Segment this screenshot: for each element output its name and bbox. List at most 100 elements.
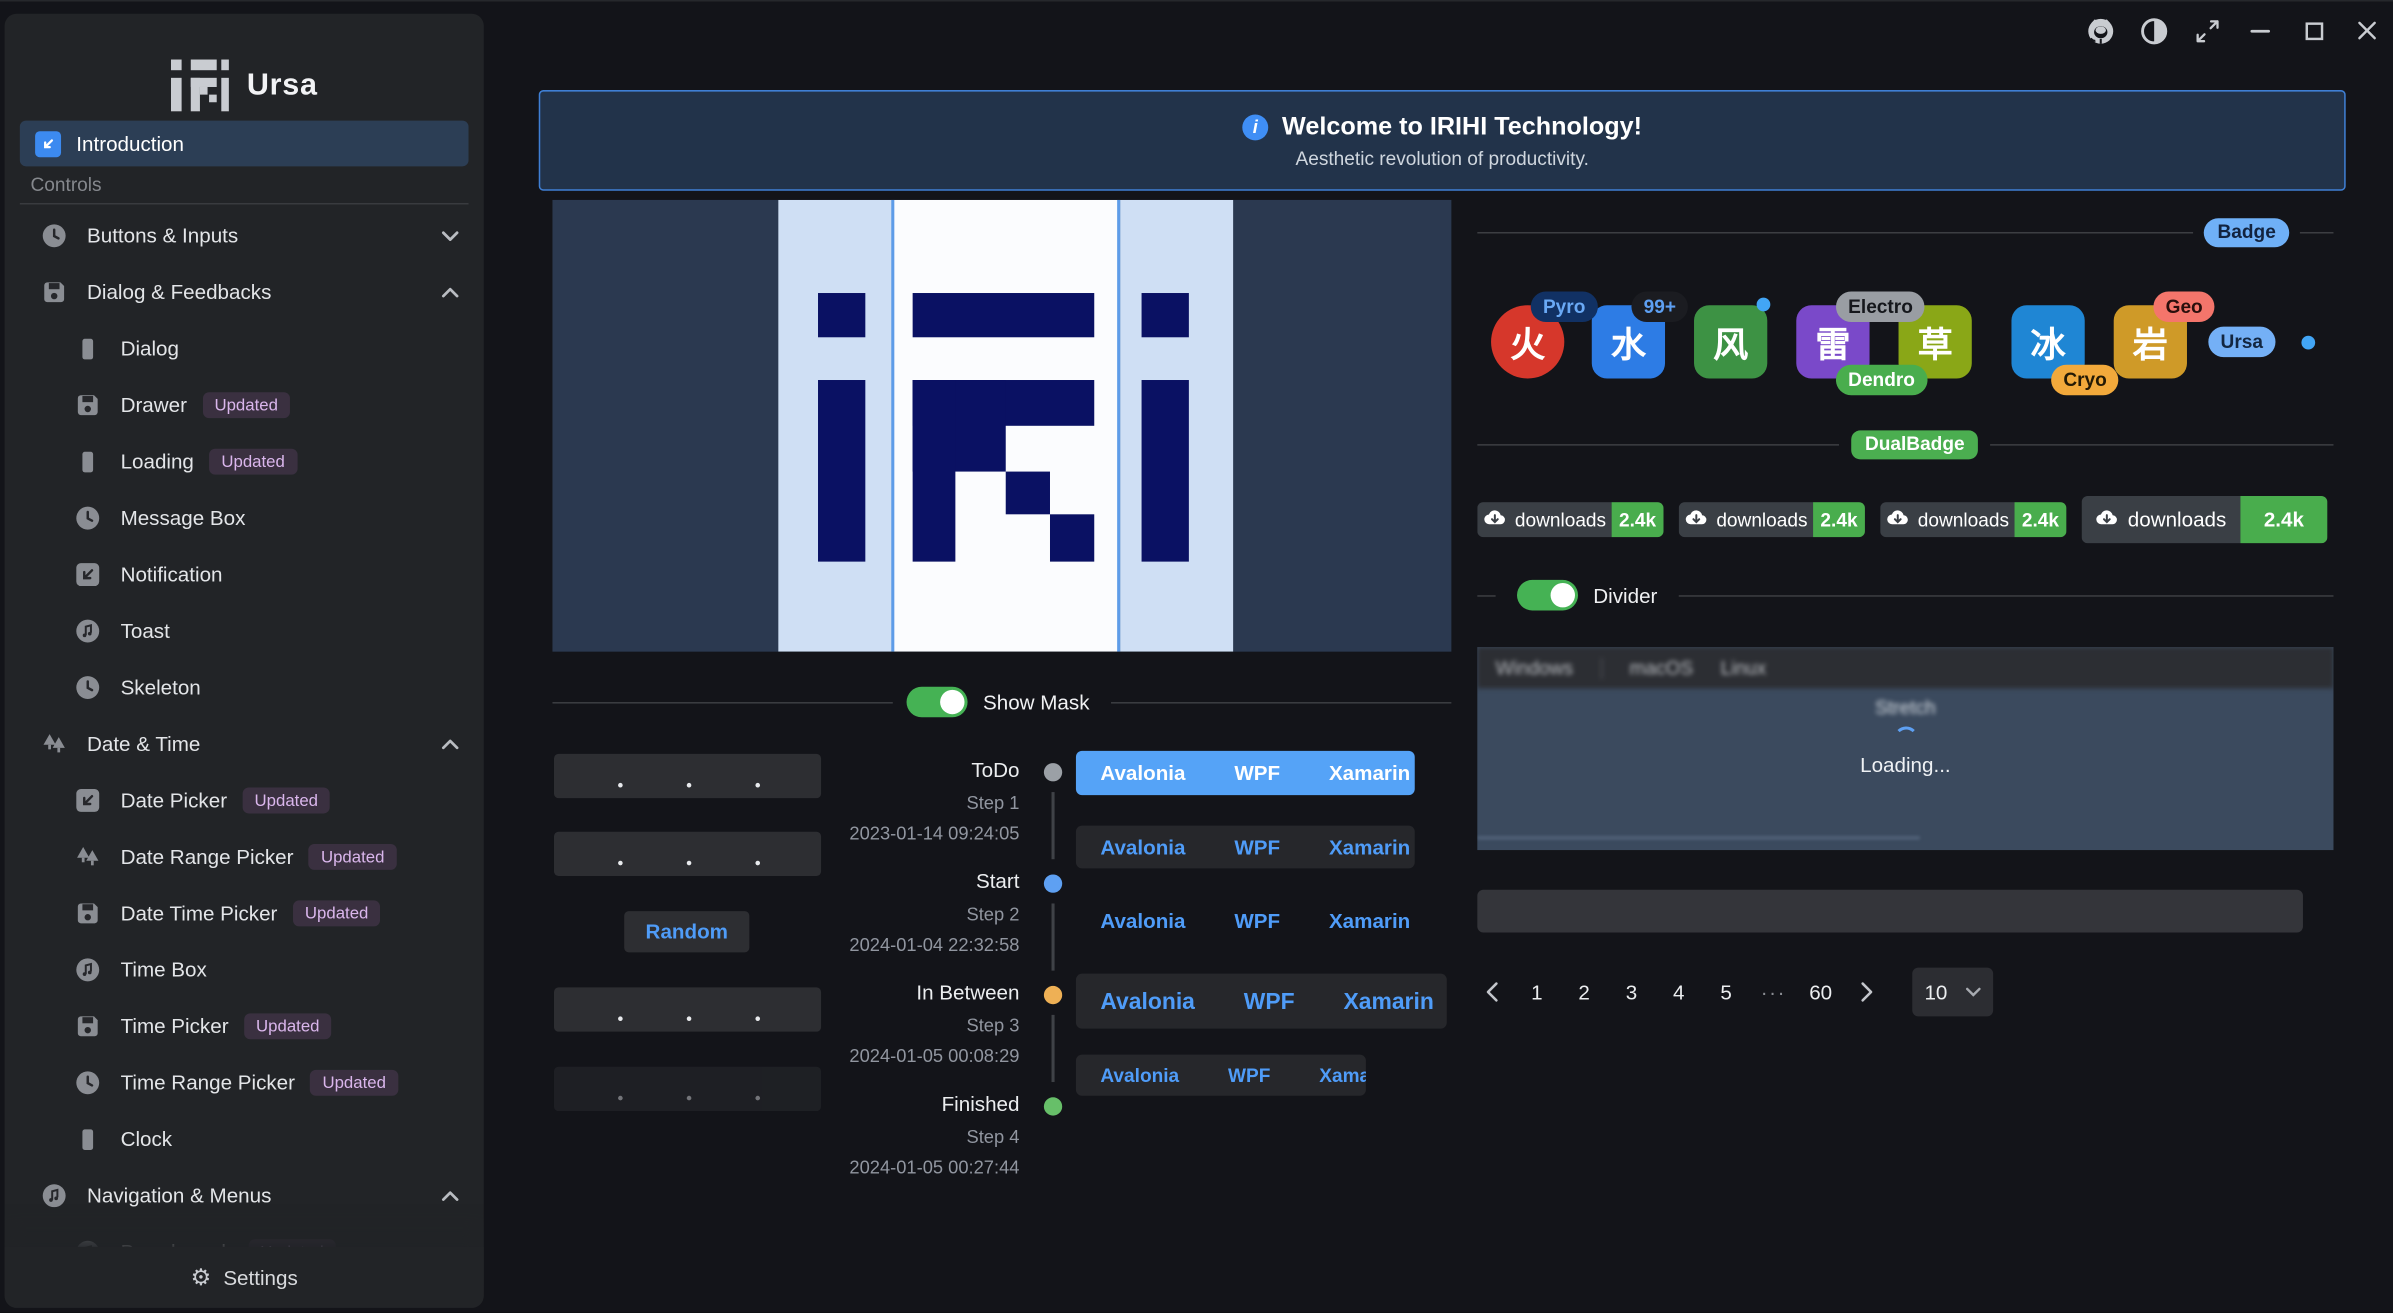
pagination-page-4[interactable]: 4 [1660, 972, 1697, 1012]
show-mask-toggle[interactable] [907, 687, 968, 718]
avalonia-button[interactable]: Avalonia [1076, 974, 1219, 1029]
sidebar-item-toast[interactable]: Toast [5, 603, 484, 659]
sidebar-item-date-picker[interactable]: Date PickerUpdated [5, 772, 484, 828]
tab-windows[interactable]: Windows [1496, 657, 1573, 678]
ip-dot [755, 861, 760, 866]
pagination-next-button[interactable] [1850, 972, 1884, 1012]
xamarin-button[interactable]: Xamarin [1305, 900, 1415, 941]
ip-address-input[interactable] [554, 987, 821, 1031]
badge-dot [1757, 298, 1771, 312]
theme-contrast-icon[interactable] [2137, 14, 2171, 48]
page-size-select[interactable]: 10 [1912, 968, 1993, 1017]
arrow-square-icon [75, 562, 101, 588]
dualbadge-section-divider: DualBadge [1477, 429, 2333, 461]
note-icon [41, 1183, 67, 1209]
nav-item-label: Date Range Picker [121, 845, 294, 868]
text-input[interactable] [1477, 890, 2303, 933]
step-subtitle: Step 2 [763, 903, 1019, 924]
minimize-icon[interactable] [2243, 14, 2277, 48]
tab-linux[interactable]: Linux [1721, 657, 1767, 678]
wpf-button[interactable]: WPF [1204, 1055, 1295, 1096]
maximize-icon[interactable] [2297, 14, 2331, 48]
downloads-count: 2.4k [1619, 509, 1656, 530]
sidebar-item-dialog-feedbacks[interactable]: Dialog & Feedbacks [5, 264, 484, 320]
page-size-value: 10 [1924, 981, 1947, 1004]
sidebar-item-dialog[interactable]: Dialog [5, 320, 484, 376]
ip-address-input[interactable] [554, 754, 821, 798]
step-status-dot [1044, 763, 1062, 781]
show-mask-row: Show Mask [552, 685, 1451, 719]
xamarin-button[interactable]: Xamarin [1295, 1055, 1366, 1096]
element-badge-tile: 风 [1694, 305, 1767, 378]
avalonia-button[interactable]: Avalonia [1076, 826, 1210, 869]
pagination-page-60[interactable]: 60 [1802, 972, 1839, 1012]
updated-badge: Updated [244, 1013, 332, 1039]
sidebar-item-message-box[interactable]: Message Box [5, 490, 484, 546]
avalonia-button[interactable]: Avalonia [1076, 751, 1210, 795]
sidebar-item-time-picker[interactable]: Time PickerUpdated [5, 998, 484, 1054]
step-connector-line [1052, 1015, 1054, 1082]
pagination-ellipsis: ··· [1755, 972, 1792, 1012]
floppy-icon [41, 279, 67, 305]
avalonia-button[interactable]: Avalonia [1076, 900, 1210, 941]
sidebar-item-date-time-picker[interactable]: Date Time PickerUpdated [5, 885, 484, 941]
fullscreen-icon[interactable] [2190, 14, 2224, 48]
sidebar-item-loading[interactable]: LoadingUpdated [5, 433, 484, 489]
step-timestamp: 2024-01-04 22:32:58 [763, 934, 1019, 955]
github-icon[interactable] [2083, 14, 2117, 48]
sidebar-item-clock[interactable]: Clock [5, 1111, 484, 1167]
badge-section-divider: Badge [1477, 217, 2333, 248]
pagination-page-3[interactable]: 3 [1613, 972, 1650, 1012]
tab-macos[interactable]: macOS [1629, 657, 1693, 678]
wpf-button[interactable]: WPF [1219, 974, 1319, 1029]
framework-button-group: AvaloniaWPFXamarin [1076, 1055, 1366, 1096]
nav-item-label: Dialog & Feedbacks [87, 281, 271, 304]
pagination-page-5[interactable]: 5 [1708, 972, 1745, 1012]
pagination-page-1[interactable]: 1 [1519, 972, 1556, 1012]
ip-dot [618, 861, 623, 866]
sidebar-item-date-range-picker[interactable]: Date Range PickerUpdated [5, 829, 484, 885]
xamarin-button[interactable]: Xamarin [1305, 751, 1415, 795]
avalonia-button[interactable]: Avalonia [1076, 1055, 1204, 1096]
divider-line [2300, 231, 2333, 233]
note-icon [75, 957, 101, 983]
sidebar-item-time-box[interactable]: Time Box [5, 942, 484, 998]
downloads-dual-badge: downloads2.4k [1477, 502, 1663, 537]
wpf-button[interactable]: WPF [1210, 900, 1305, 941]
sidebar-item-skeleton[interactable]: Skeleton [5, 659, 484, 715]
downloads-label-segment: downloads [2082, 496, 2241, 543]
xamarin-button[interactable]: Xamarin [1319, 974, 1447, 1029]
ip-dot [755, 783, 760, 788]
sidebar-item-date-time[interactable]: Date & Time [5, 716, 484, 772]
wpf-button[interactable]: WPF [1210, 826, 1305, 869]
pagination: 12345 ··· 60 [1474, 969, 1883, 1015]
sidebar-item-buttons-inputs[interactable]: Buttons & Inputs [5, 208, 484, 264]
wpf-button[interactable]: WPF [1210, 751, 1305, 795]
battery-icon [75, 449, 101, 475]
nav-item-label: Date & Time [87, 733, 200, 756]
pagination-page-2[interactable]: 2 [1566, 972, 1603, 1012]
settings-button[interactable]: ⚙ Settings [5, 1247, 484, 1308]
ip-dot [687, 783, 692, 788]
sidebar-item-introduction[interactable]: Introduction [20, 121, 469, 167]
sidebar-item-time-range-picker[interactable]: Time Range PickerUpdated [5, 1055, 484, 1111]
loading-panel-tabs: Windows macOS Linux [1477, 647, 2333, 688]
ip-address-input[interactable] [554, 832, 821, 876]
random-button[interactable]: Random [624, 911, 749, 952]
loading-spinner-icon [1893, 726, 1917, 750]
dualbadge-divider-pill: DualBadge [1851, 430, 1978, 459]
battery-icon [75, 336, 101, 362]
nav-item-label: Date Picker [121, 789, 227, 812]
chevron-up-icon [441, 738, 459, 750]
framework-button-group: AvaloniaWPFXamarin [1076, 974, 1447, 1029]
xamarin-button[interactable]: Xamarin [1305, 826, 1415, 869]
close-icon[interactable] [2350, 14, 2384, 48]
sidebar-item-drawer[interactable]: DrawerUpdated [5, 377, 484, 433]
stretch-label: Stretch [1477, 697, 2333, 718]
divider-toggle[interactable] [1517, 580, 1578, 611]
sidebar-item-notification[interactable]: Notification [5, 546, 484, 602]
pagination-prev-button[interactable] [1474, 972, 1508, 1012]
sidebar-item-navigation-menus[interactable]: Navigation & Menus [5, 1168, 484, 1224]
ip-address-input[interactable] [554, 1067, 821, 1111]
chevron-up-icon [441, 286, 459, 298]
